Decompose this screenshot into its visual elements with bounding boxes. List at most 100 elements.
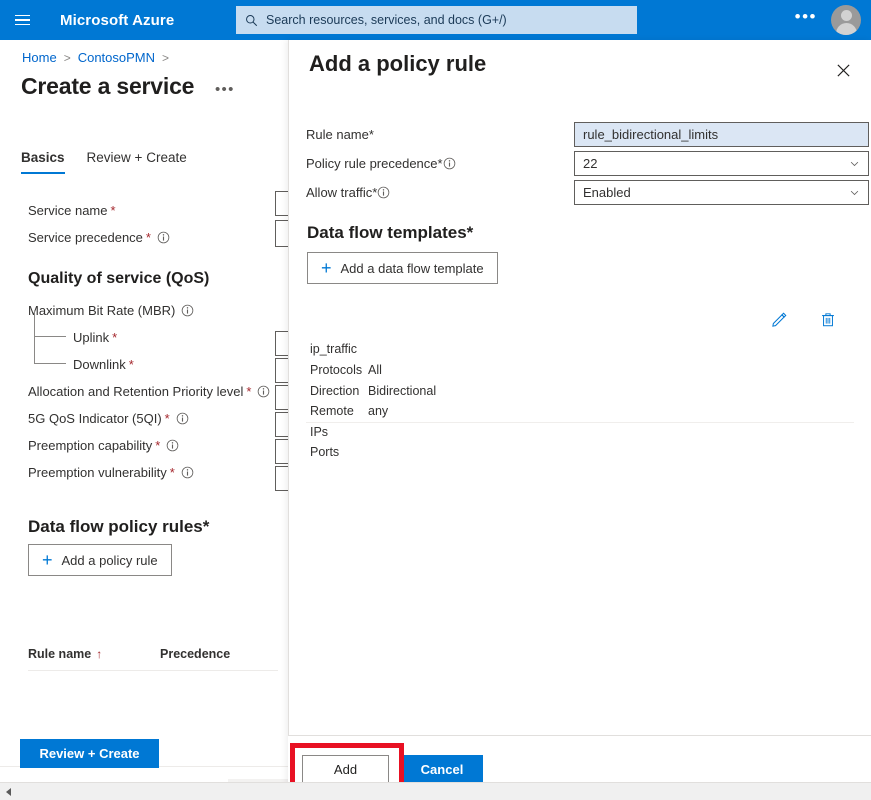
template-row-ports: Ports xyxy=(310,442,840,463)
add-policy-rule-blade: Add a policy rule Rule name * rule_bidire… xyxy=(288,40,871,800)
allow-traffic-select[interactable]: Enabled xyxy=(574,180,869,205)
field-row-5qi: 5G QoS Indicator (5QI) * xyxy=(28,405,298,432)
tab-basics[interactable]: Basics xyxy=(21,150,65,174)
label-policy-rule-precedence-wrap: Policy rule precedence * xyxy=(306,156,556,171)
required-marker: * xyxy=(466,223,474,242)
info-icon[interactable] xyxy=(257,385,270,398)
template-value-direction: Bidirectional xyxy=(368,383,437,398)
label-uplink: Uplink xyxy=(73,330,110,345)
add-data-flow-template-label: Add a data flow template xyxy=(340,260,484,276)
label-rule-name-wrap: Rule name * xyxy=(306,127,556,142)
column-header-rule-name[interactable]: Rule name ↑ xyxy=(28,647,160,661)
trash-icon[interactable] xyxy=(815,306,841,332)
required-marker: * xyxy=(110,203,116,218)
chevron-down-icon xyxy=(849,158,860,169)
template-row-protocols: Protocols All xyxy=(310,360,840,381)
label-downlink: Downlink xyxy=(73,357,126,372)
info-icon[interactable] xyxy=(181,466,194,479)
breadcrumb: Home > ContosoPMN > xyxy=(22,50,169,65)
sort-ascending-icon: ↑ xyxy=(96,647,103,661)
field-row-preemption-capability: Preemption capability * xyxy=(28,432,298,459)
policy-rule-precedence-select[interactable]: 22 xyxy=(574,151,869,176)
hamburger-icon[interactable] xyxy=(0,0,44,40)
required-marker: * xyxy=(112,330,118,345)
template-value-protocols: All xyxy=(368,363,382,377)
info-icon[interactable] xyxy=(443,157,456,170)
label-service-precedence: Service precedence xyxy=(28,230,143,245)
info-icon[interactable] xyxy=(176,412,189,425)
pencil-icon[interactable] xyxy=(766,306,792,332)
breadcrumb-contosopmn[interactable]: ContosoPMN xyxy=(78,50,155,65)
global-header: Microsoft Azure Search resources, servic… xyxy=(0,0,871,40)
horizontal-scrollbar[interactable] xyxy=(0,782,871,800)
field-row-policy-rule-precedence: Policy rule precedence * 22 xyxy=(306,149,869,178)
scroll-left-icon[interactable] xyxy=(0,783,17,800)
required-marker: * xyxy=(145,230,151,245)
chevron-down-icon xyxy=(849,187,860,198)
label-rule-name: Rule name xyxy=(306,127,369,142)
avatar[interactable] xyxy=(831,5,861,35)
field-row-allow-traffic: Allow traffic * Enabled xyxy=(306,178,869,207)
add-policy-rule-button[interactable]: + Add a policy rule xyxy=(28,544,172,576)
tab-review-create[interactable]: Review + Create xyxy=(87,150,187,174)
policy-rule-precedence-value: 22 xyxy=(583,156,598,171)
header-actions: ••• xyxy=(785,0,871,40)
review-create-button[interactable]: Review + Create xyxy=(20,739,159,768)
breadcrumb-separator-2: > xyxy=(162,50,170,65)
add-button[interactable]: Add xyxy=(302,755,389,784)
info-icon[interactable] xyxy=(166,439,179,452)
page-title: Create a service xyxy=(21,73,195,99)
column-header-rule-name-label: Rule name xyxy=(28,647,92,661)
info-icon[interactable] xyxy=(377,186,390,199)
policy-rules-heading: Data flow policy rules* xyxy=(28,517,209,537)
label-allow-traffic: Allow traffic xyxy=(306,185,373,200)
blade-form: Rule name * rule_bidirectional_limits Pol… xyxy=(306,120,869,207)
template-row-direction: Direction Bidirectional xyxy=(310,381,840,402)
label-service-name: Service name xyxy=(28,203,108,218)
required-marker: * xyxy=(169,465,175,480)
rule-name-input[interactable]: rule_bidirectional_limits xyxy=(574,122,869,147)
data-flow-templates-heading-text: Data flow templates xyxy=(307,223,467,242)
cancel-button[interactable]: Cancel xyxy=(401,755,483,784)
required-marker: * xyxy=(368,127,374,142)
info-icon[interactable] xyxy=(181,304,194,317)
required-marker: * xyxy=(246,384,252,399)
info-icon[interactable] xyxy=(157,231,170,244)
add-data-flow-template-button[interactable]: + Add a data flow template xyxy=(307,252,498,284)
policy-rules-heading-text: Data flow policy rules xyxy=(28,517,203,536)
blade-title: Add a policy rule xyxy=(309,51,487,76)
required-marker: * xyxy=(128,357,134,372)
required-marker: * xyxy=(155,438,161,453)
label-arp-level: Allocation and Retention Priority level xyxy=(28,384,244,399)
breadcrumb-home[interactable]: Home xyxy=(22,50,57,65)
policy-rules-table-header: Rule name ↑ Precedence xyxy=(28,647,278,671)
plus-icon: + xyxy=(42,550,53,570)
required-marker: * xyxy=(202,517,210,536)
label-5g-qos-indicator: 5G QoS Indicator (5QI) xyxy=(28,411,162,426)
label-preemption-vulnerability: Preemption vulnerability xyxy=(28,465,167,480)
close-icon[interactable] xyxy=(829,56,857,84)
azure-brand-label[interactable]: Microsoft Azure xyxy=(60,12,174,29)
label-preemption-capability: Preemption capability xyxy=(28,438,153,453)
allow-traffic-value: Enabled xyxy=(583,185,631,200)
page-more-icon[interactable]: ••• xyxy=(215,82,235,97)
column-header-precedence[interactable]: Precedence xyxy=(160,647,230,661)
field-row-downlink: Downlink * xyxy=(28,311,298,378)
header-more-icon[interactable]: ••• xyxy=(785,5,827,35)
section-divider xyxy=(306,422,854,423)
field-row-service-precedence: Service precedence * xyxy=(28,224,298,251)
label-allow-traffic-wrap: Allow traffic * xyxy=(306,185,556,200)
tree-connector xyxy=(34,311,66,364)
field-row-mbr: Maximum Bit Rate (MBR) xyxy=(28,297,298,324)
basics-form: Service name * Service precedence * Qual… xyxy=(28,197,298,486)
field-row-rule-name: Rule name * rule_bidirectional_limits xyxy=(306,120,869,149)
rule-name-value: rule_bidirectional_limits xyxy=(583,127,719,142)
template-key-direction: Direction xyxy=(310,383,360,398)
global-search-input[interactable]: Search resources, services, and docs (G+… xyxy=(236,6,637,34)
avatar-head xyxy=(840,10,852,21)
required-marker: * xyxy=(164,411,170,426)
template-key-protocols: Protocols xyxy=(310,363,363,377)
field-row-uplink: Uplink * xyxy=(28,311,298,351)
template-name: ip_traffic xyxy=(310,342,358,356)
plus-icon: + xyxy=(321,258,332,278)
